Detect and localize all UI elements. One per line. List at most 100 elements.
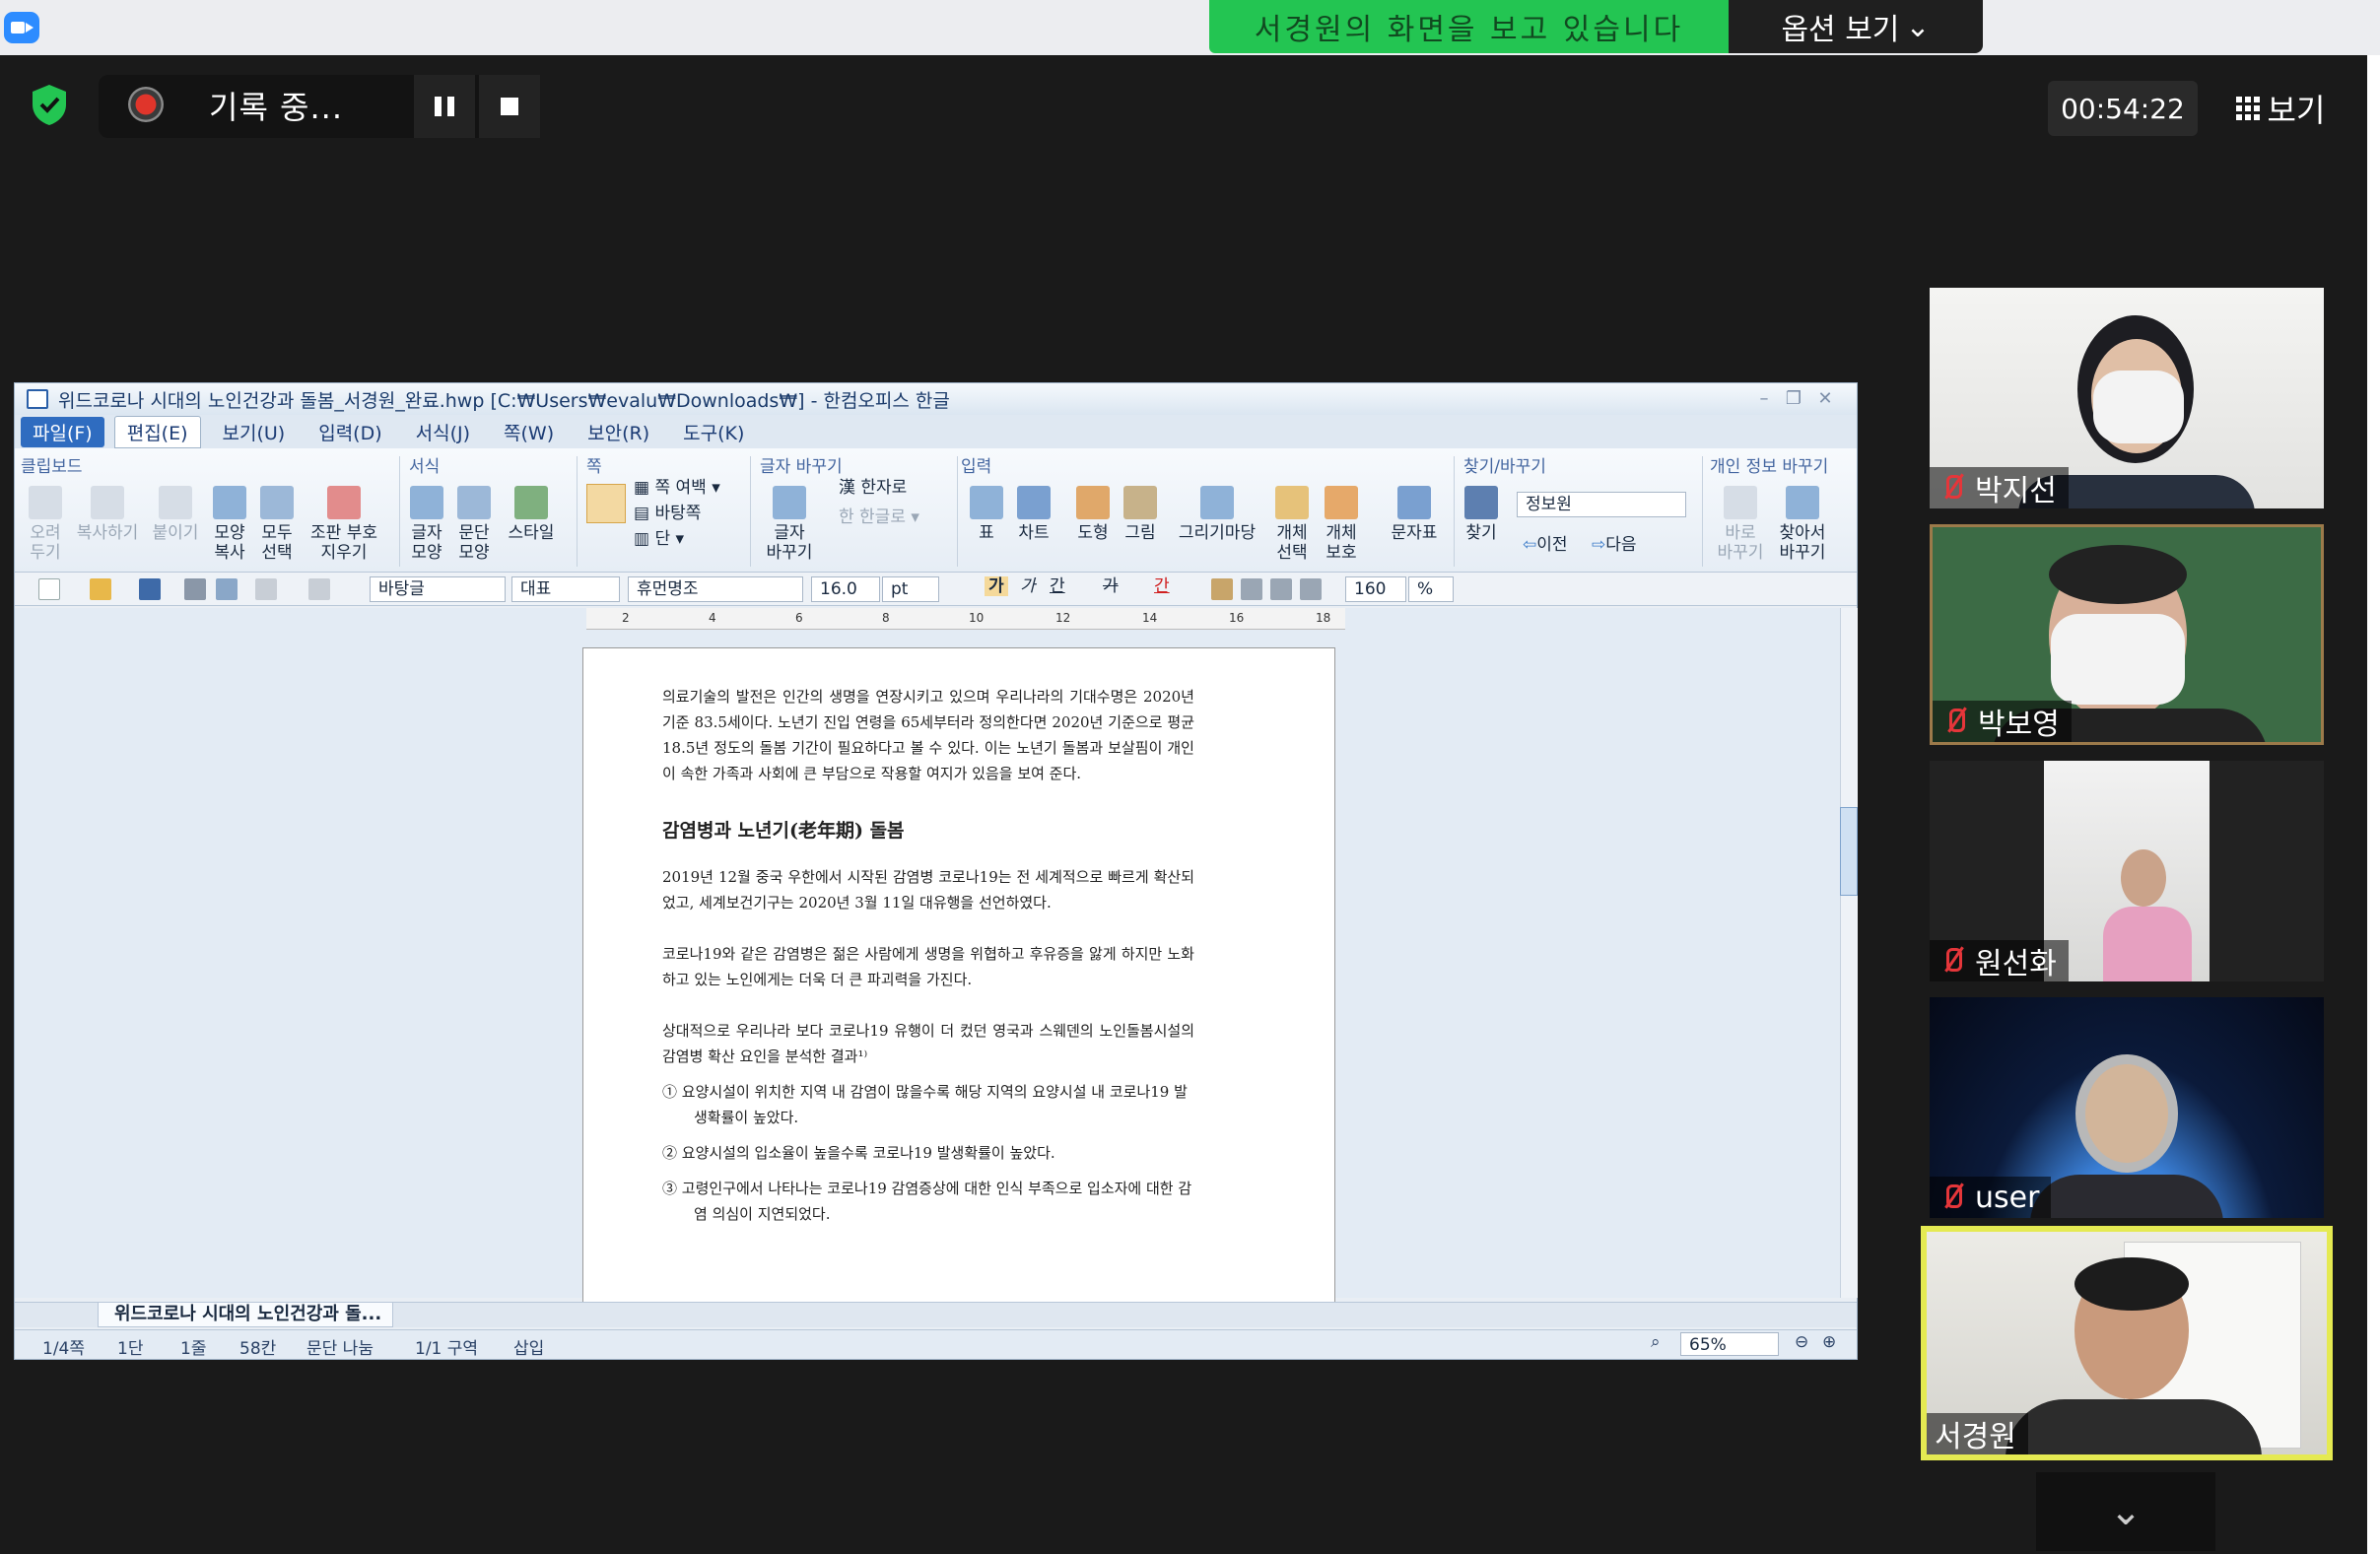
hangul-button[interactable]: 한 한글로 ▾	[839, 507, 919, 527]
participant-tile[interactable]: 원선화	[1930, 761, 2324, 981]
paste-button[interactable]: 붙이기	[149, 486, 202, 543]
background-page-label: 바탕쪽	[654, 504, 702, 523]
align-right-icon[interactable]	[1300, 578, 1322, 600]
open-folder-icon[interactable]	[90, 578, 111, 600]
scrollbar-thumb[interactable]	[1840, 807, 1858, 896]
mic-muted-icon	[1938, 1182, 1965, 1212]
close-icon[interactable]: ✕	[1814, 389, 1836, 409]
zoom-out-icon[interactable]: ⊖	[1795, 1332, 1808, 1352]
find-next-button[interactable]: ⇨다음	[1592, 535, 1637, 555]
menu-format[interactable]: 서식(J)	[404, 417, 482, 447]
find-prev-button[interactable]: ⇦이전	[1523, 535, 1568, 555]
arrow-right-icon: ⇨	[1592, 535, 1606, 555]
shape-button[interactable]: 도형	[1071, 486, 1115, 543]
participant-tile[interactable]: 박보영	[1930, 524, 2324, 745]
underline-button[interactable]: 간	[1050, 576, 1065, 596]
picture-button[interactable]: 그림	[1119, 486, 1162, 543]
align-left-icon[interactable]	[1241, 578, 1262, 600]
page-setup-icon[interactable]	[586, 484, 626, 523]
zoom-select[interactable]: 65%	[1680, 1332, 1779, 1356]
participant-tile[interactable]: user	[1930, 997, 2324, 1218]
menu-page[interactable]: 쪽(W)	[492, 417, 566, 447]
menu-insert[interactable]: 입력(D)	[306, 417, 393, 447]
view-options-button[interactable]: 옵션 보기 ⌄	[1729, 0, 1983, 53]
doc-paragraph: 상대적으로 우리나라 보다 코로나19 유행이 더 컸던 영국과 스웨덴의 노인…	[662, 1022, 1194, 1065]
clipart-button[interactable]: 그리기마당	[1168, 486, 1266, 543]
group-page: 쪽	[586, 457, 602, 477]
zoom-in-icon[interactable]: ⊕	[1822, 1332, 1836, 1352]
stop-recording-button[interactable]	[479, 75, 540, 138]
mic-muted-icon	[1938, 946, 1965, 976]
new-doc-icon[interactable]	[38, 578, 60, 600]
recording-label: 기록 중...	[209, 89, 344, 126]
find-input[interactable]: 정보원	[1517, 492, 1686, 517]
horizontal-ruler[interactable]: 2 4 6 8 10 12 14 16 18	[586, 608, 1345, 630]
style-button[interactable]: 스타일	[502, 486, 561, 543]
document-body[interactable]: 의료기술의 발전은 인간의 생명을 연장시키고 있으며 우리나라의 기대수명은 …	[662, 684, 1194, 1227]
char-shape-button[interactable]: 글자 모양	[405, 486, 448, 563]
align-justify-icon[interactable]	[1211, 578, 1233, 600]
line-spacing-input[interactable]: 160	[1345, 576, 1406, 602]
copy-button[interactable]: 복사하기	[72, 486, 143, 543]
object-protect-button[interactable]: 개체 보호	[1318, 486, 1365, 563]
separator	[957, 456, 958, 567]
clear-marks-button[interactable]: 조판 부호 지우기	[303, 486, 385, 563]
margin-button[interactable]: ▦ 쪽 여백 ▾	[634, 478, 720, 498]
pause-recording-button[interactable]	[414, 75, 475, 138]
menu-file[interactable]: 파일(F)	[21, 416, 104, 447]
cut-button[interactable]: 오려 두기	[23, 486, 68, 563]
document-page[interactable]: 의료기술의 발전은 인간의 생명을 연장시키고 있으며 우리나라의 기대수명은 …	[582, 647, 1335, 1310]
preview-icon[interactable]	[216, 578, 238, 600]
document-tab[interactable]: 위드코로나 시대의 노인건강과 돌...	[98, 1302, 393, 1327]
view-button[interactable]: 보기	[2217, 81, 2344, 136]
align-center-icon[interactable]	[1270, 578, 1292, 600]
font-select[interactable]: 휴먼명조	[628, 576, 803, 602]
italic-button[interactable]: 가	[1020, 576, 1036, 596]
bold-button[interactable]: 가	[985, 576, 1008, 596]
magnifier-icon[interactable]: ⌕	[1651, 1332, 1661, 1352]
vertical-scrollbar[interactable]	[1840, 608, 1858, 1298]
zoom-app-icon[interactable]	[4, 12, 39, 43]
para-shape-button[interactable]: 문단 모양	[452, 486, 496, 563]
undo-icon[interactable]	[255, 578, 277, 600]
char-replace-button[interactable]: 글자 바꾸기	[764, 486, 815, 563]
column-button[interactable]: ▥ 단 ▾	[634, 529, 684, 549]
select-all-icon	[260, 486, 294, 519]
status-mode[interactable]: 삽입	[513, 1334, 544, 1359]
font-lang-select[interactable]: 대표	[511, 576, 620, 602]
more-participants-button[interactable]: ⌄	[2036, 1472, 2215, 1551]
select-all-button[interactable]: 모두 선택	[255, 486, 299, 563]
charmap-button[interactable]: 문자표	[1385, 486, 1444, 543]
separator	[1454, 456, 1455, 567]
object-select-button[interactable]: 개체 선택	[1270, 486, 1314, 563]
shape-copy-button[interactable]: 모양 복사	[208, 486, 251, 563]
arrow-left-icon: ⇦	[1523, 535, 1537, 555]
restore-icon[interactable]: ❐	[1783, 389, 1804, 409]
menu-tools[interactable]: 도구(K)	[671, 417, 756, 447]
security-shield-icon[interactable]	[30, 83, 69, 126]
strike-button[interactable]: 가	[1103, 576, 1119, 596]
menu-security[interactable]: 보안(R)	[576, 417, 661, 447]
find-replace-button[interactable]: 찾아서 바꾸기	[1773, 486, 1832, 563]
hanja-button[interactable]: 漢 한자로	[839, 478, 907, 498]
redo-icon[interactable]	[308, 578, 330, 600]
font-size-input[interactable]: 16.0	[811, 576, 880, 602]
font-unit-select[interactable]: pt	[882, 576, 939, 602]
print-icon[interactable]	[184, 578, 206, 600]
menu-view[interactable]: 보기(U)	[211, 417, 298, 447]
find-prev-label: 이전	[1536, 535, 1568, 555]
font-color-button[interactable]: 간	[1154, 576, 1170, 596]
table-button[interactable]: 표	[965, 486, 1008, 543]
active-speaker-tile[interactable]: 서경원	[1921, 1226, 2333, 1460]
chart-button[interactable]: 차트	[1012, 486, 1055, 543]
quick-replace-button[interactable]: 바로 바꾸기	[1716, 486, 1765, 563]
shape-copy-label: 모양 복사	[214, 523, 245, 563]
style-select[interactable]: 바탕글	[370, 576, 506, 602]
line-spacing-unit[interactable]: %	[1408, 576, 1454, 602]
find-button[interactable]: 찾기	[1460, 486, 1503, 543]
background-page-button[interactable]: ▤ 바탕쪽	[634, 504, 701, 523]
menu-edit[interactable]: 편집(E)	[113, 415, 201, 448]
minimize-icon[interactable]: –	[1753, 389, 1775, 409]
participant-tile[interactable]: 박지선	[1930, 288, 2324, 508]
save-icon[interactable]	[139, 578, 161, 600]
